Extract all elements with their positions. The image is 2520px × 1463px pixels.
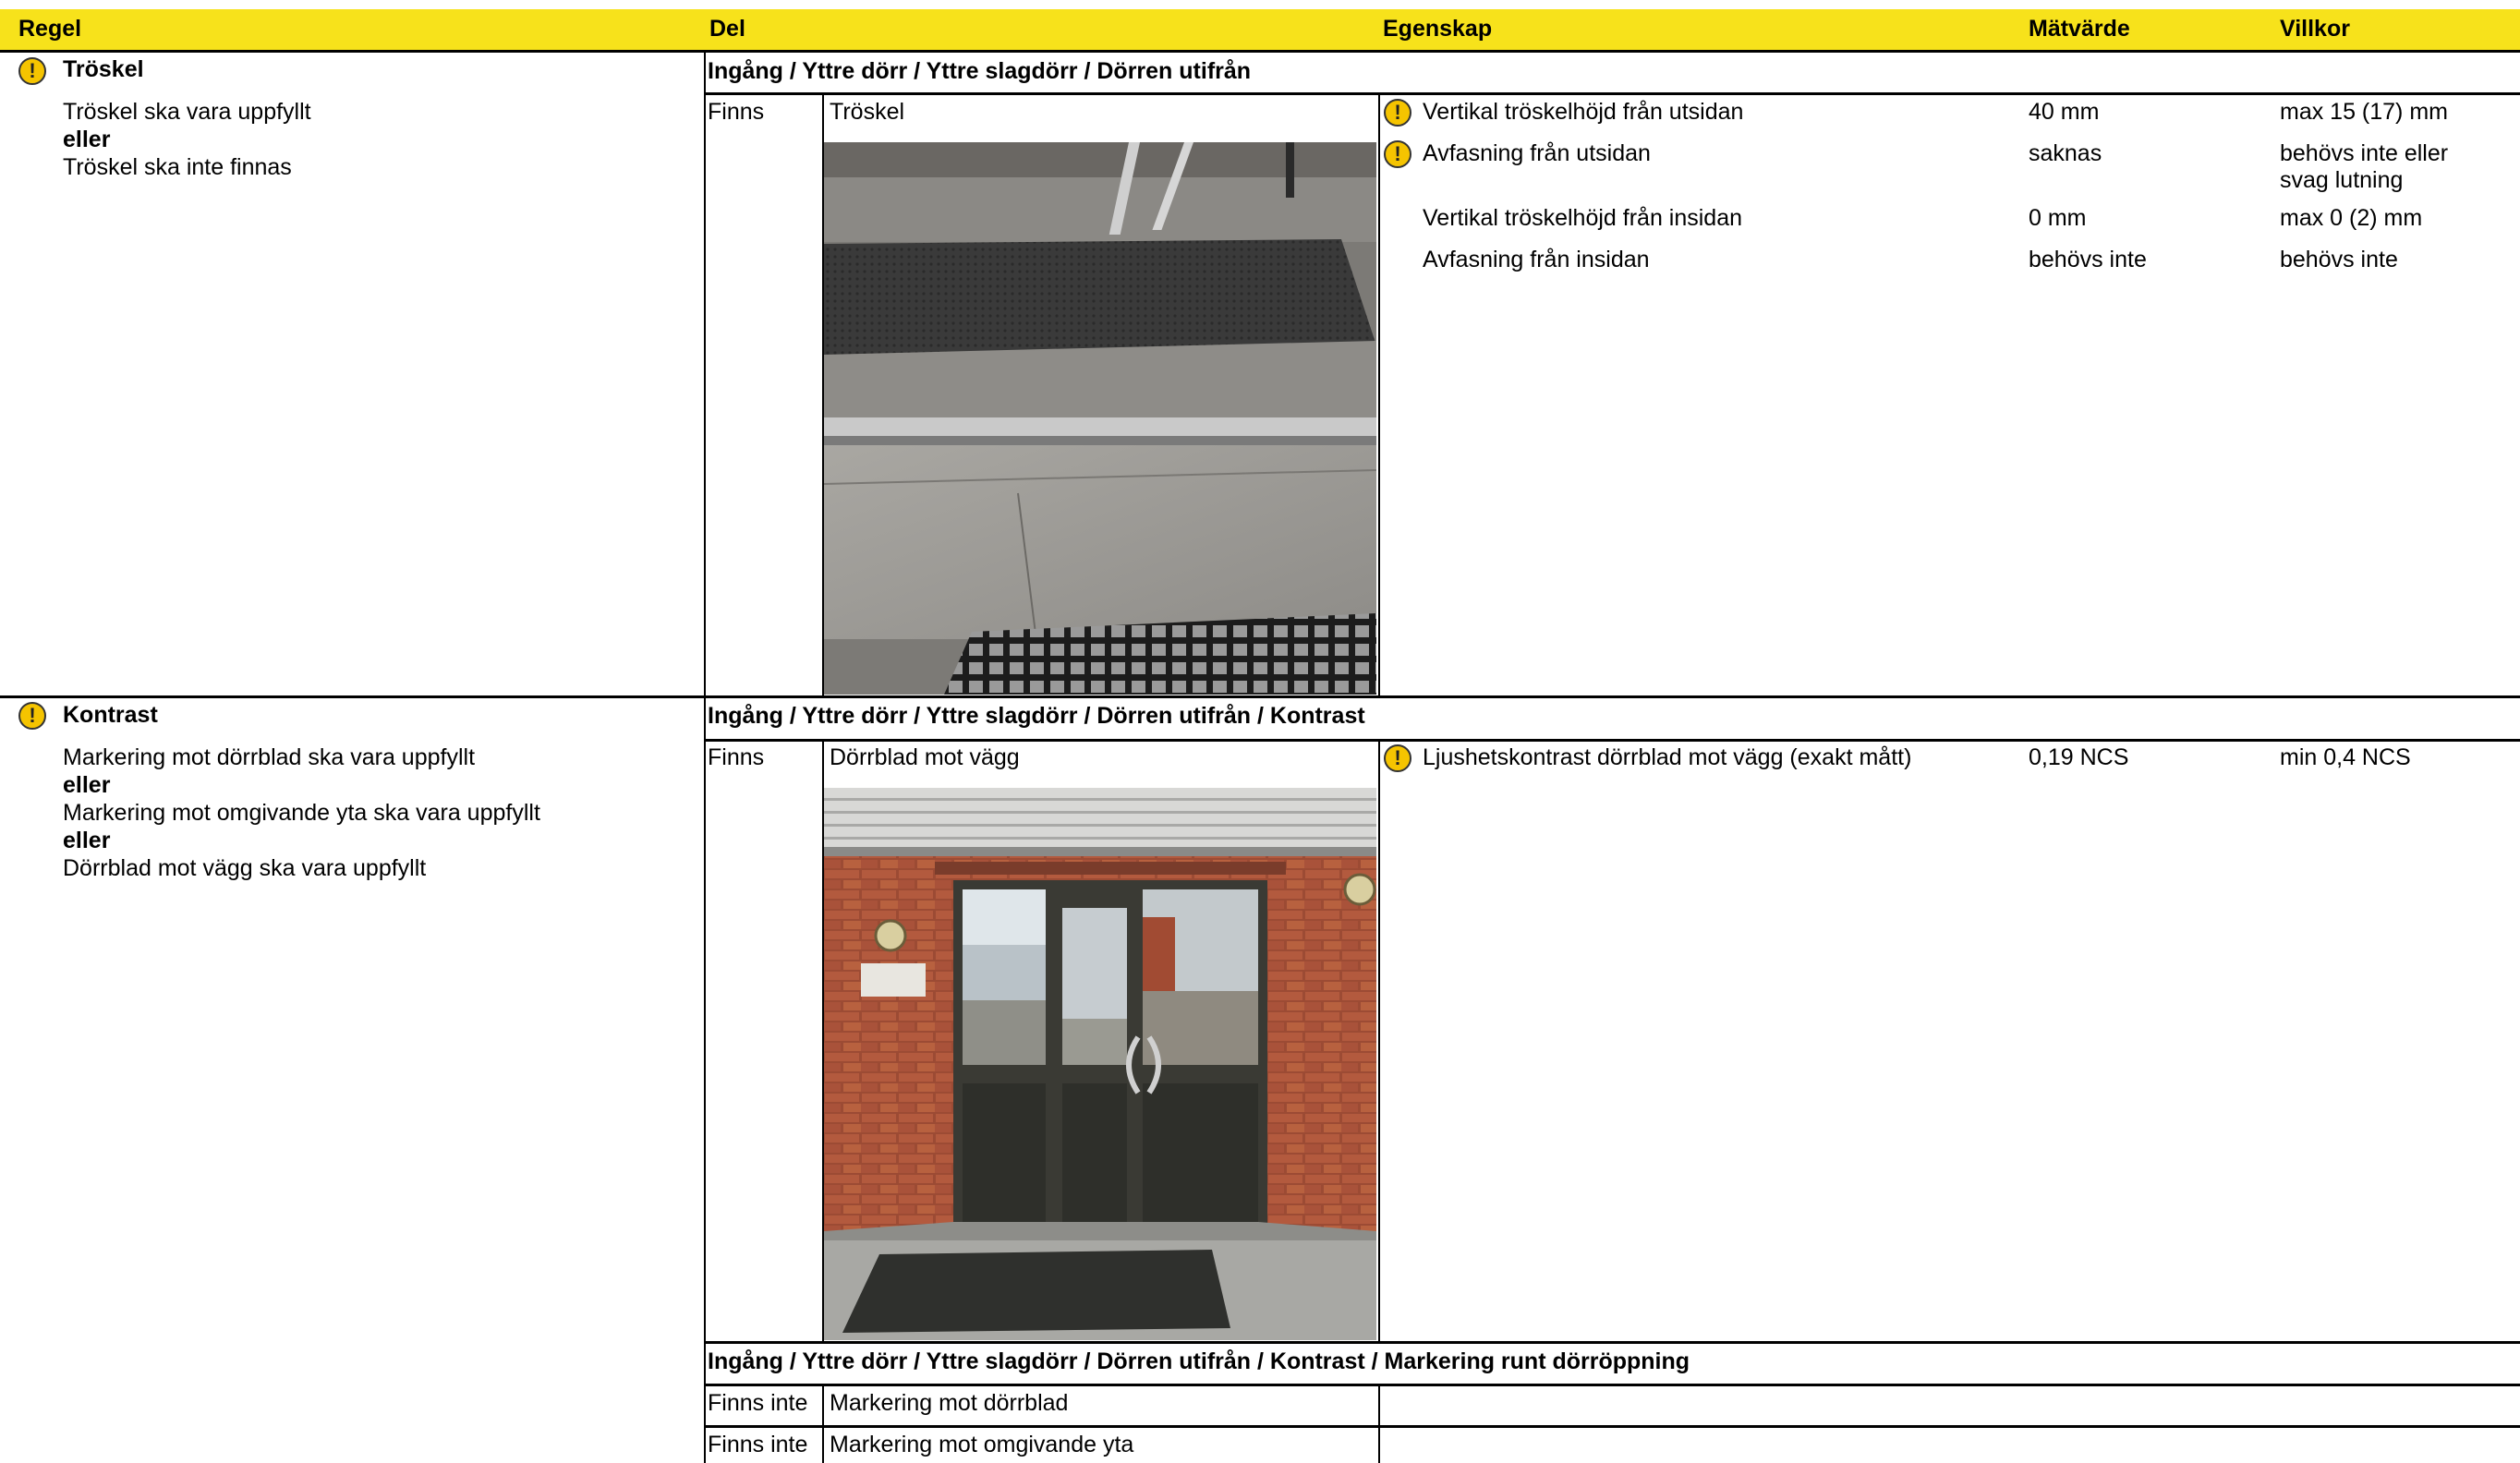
rule2-path2-underline [704, 1384, 2520, 1386]
prop-condition: behövs inte [2280, 247, 2398, 272]
threshold-photo [824, 142, 1376, 695]
prop-condition: behövs inte eller [2280, 140, 2449, 166]
prop-condition-cont: svag lutning [2280, 167, 2404, 193]
sub-status-divider [822, 1385, 824, 1463]
rule1-path-underline [704, 92, 2520, 95]
prop-condition: max 0 (2) mm [2280, 205, 2423, 231]
header-villkor: Villkor [2280, 16, 2350, 42]
prop-condition: max 15 (17) mm [2280, 99, 2448, 125]
rule2-line1: Markering mot dörrblad ska vara uppfyllt [63, 744, 476, 770]
prop-value: saknas [2029, 140, 2102, 166]
sub-part: Markering mot dörrblad [830, 1390, 1069, 1416]
prop-name: Avfasning från insidan [1423, 247, 1650, 272]
rule2-path2-topline [704, 1341, 2520, 1344]
rule1-title: Tröskel [63, 56, 144, 82]
sub-part: Markering mot omgivande yta [830, 1432, 1134, 1457]
rule2-path-underline [704, 739, 2520, 742]
warning-icon: ! [18, 57, 46, 85]
rule2-part: Dörrblad mot vägg [830, 744, 1020, 770]
warning-icon: ! [18, 702, 46, 730]
rule-separator [0, 695, 2520, 698]
rule1-part-divider [1378, 94, 1380, 696]
sub-status: Finns inte [708, 1390, 808, 1416]
rule1-path: Ingång / Yttre dörr / Yttre slagdörr / D… [708, 58, 1252, 84]
table-header: Regel Del Egenskap Mätvärde Villkor [0, 9, 2520, 53]
warning-icon: ! [1384, 99, 1411, 127]
sub-status: Finns inte [708, 1432, 808, 1457]
prop-name: Vertikal tröskelhöjd från insidan [1423, 205, 1743, 231]
prop-value: behövs inte [2029, 247, 2147, 272]
rule1-status: Finns [708, 99, 765, 125]
rule1-line2: Tröskel ska inte finnas [63, 154, 292, 180]
warning-icon: ! [1384, 140, 1411, 168]
rule2-part-divider [1378, 741, 1380, 1343]
prop-value: 0 mm [2029, 205, 2087, 231]
sub-part-divider [1378, 1385, 1380, 1463]
header-regel: Regel [18, 16, 82, 42]
door-photo [824, 788, 1376, 1340]
rule1-part: Tröskel [830, 99, 905, 125]
prop-condition: min 0,4 NCS [2280, 744, 2411, 770]
sub-row-line [704, 1425, 2520, 1428]
prop-name: Vertikal tröskelhöjd från utsidan [1423, 99, 1744, 125]
rule2-or: eller [63, 828, 111, 853]
rule1-or: eller [63, 127, 111, 152]
rule1-line1: Tröskel ska vara uppfyllt [63, 99, 311, 125]
rule2-or: eller [63, 772, 111, 798]
rule2-line2: Markering mot omgivande yta ska vara upp… [63, 800, 540, 826]
prop-value: 0,19 NCS [2029, 744, 2129, 770]
rule2-status: Finns [708, 744, 765, 770]
prop-value: 40 mm [2029, 99, 2100, 125]
divider-regel-del [704, 52, 706, 1463]
prop-name: Ljushetskontrast dörrblad mot vägg (exak… [1423, 744, 1912, 770]
rule2-title: Kontrast [63, 702, 158, 728]
prop-name: Avfasning från utsidan [1423, 140, 1651, 166]
warning-icon: ! [1384, 744, 1411, 772]
rule2-line3: Dörrblad mot vägg ska vara uppfyllt [63, 855, 427, 881]
header-matvarde: Mätvärde [2029, 16, 2130, 42]
rule2-path2: Ingång / Yttre dörr / Yttre slagdörr / D… [708, 1348, 1690, 1374]
rule2-path: Ingång / Yttre dörr / Yttre slagdörr / D… [708, 703, 1365, 729]
header-egenskap: Egenskap [1383, 16, 1493, 42]
header-del: Del [709, 16, 745, 42]
